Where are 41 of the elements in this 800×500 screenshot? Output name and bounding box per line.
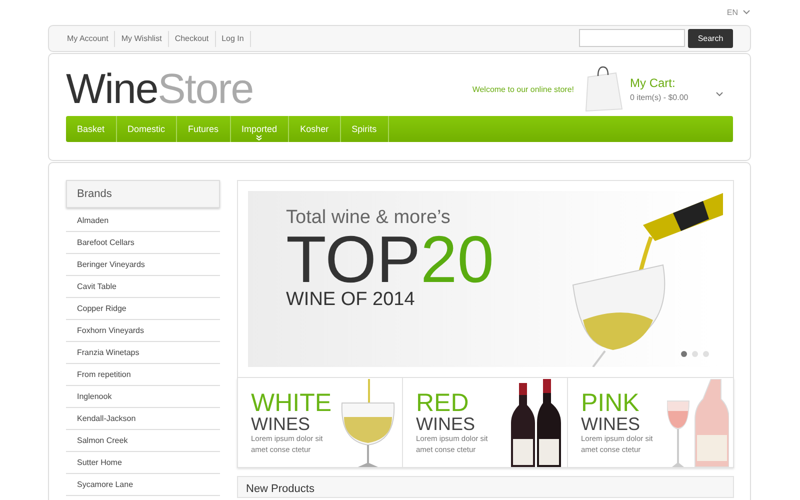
banner-subtitle: WINES bbox=[251, 414, 312, 432]
brand-link[interactable]: Foxhorn Vineyards bbox=[66, 320, 220, 342]
search-button[interactable]: Search bbox=[688, 29, 733, 48]
double-chevron-icon bbox=[256, 135, 262, 141]
brand-link[interactable]: Almaden bbox=[66, 210, 220, 232]
welcome-message: Welcome to our online store! bbox=[472, 84, 574, 94]
sidebar-title: Brands bbox=[66, 180, 220, 208]
slide-headline: TOP20 bbox=[286, 229, 494, 289]
slide-tagline: Total wine & more’s bbox=[286, 207, 452, 229]
shopping-bag-icon[interactable] bbox=[584, 65, 624, 113]
account-link[interactable]: Checkout bbox=[168, 30, 216, 46]
banner-subtitle: WINES bbox=[416, 414, 476, 432]
slide-dot[interactable] bbox=[703, 351, 709, 357]
language-selector[interactable]: EN bbox=[726, 8, 750, 16]
brand-link[interactable]: Salmon Creek bbox=[66, 430, 220, 452]
brand-link[interactable]: Cavit Table bbox=[66, 276, 220, 298]
slide-subtitle: WINE OF 2014 bbox=[286, 289, 416, 311]
brand-link[interactable]: Franzia Winetaps bbox=[66, 342, 220, 364]
account-link[interactable]: My Wishlist bbox=[115, 30, 169, 46]
banner-title: WHITE bbox=[251, 390, 333, 414]
brand-link[interactable]: Sutter Home bbox=[66, 452, 220, 474]
banner-title: PINK bbox=[581, 390, 640, 414]
brand-link[interactable]: From repetition bbox=[66, 364, 220, 386]
brand-link[interactable]: Sycamore Lane bbox=[66, 474, 220, 496]
banner-title: RED bbox=[416, 390, 470, 414]
account-link[interactable]: My Account bbox=[61, 30, 116, 46]
search-field[interactable] bbox=[579, 29, 685, 47]
brand-link[interactable]: Inglenook bbox=[66, 386, 220, 408]
section-title: New Products bbox=[246, 483, 314, 495]
banner-subtitle: WINES bbox=[581, 414, 642, 432]
slide-dot[interactable] bbox=[692, 351, 698, 357]
chevron-down-icon bbox=[743, 10, 750, 14]
account-link[interactable]: Log In bbox=[216, 30, 251, 46]
brand-link[interactable]: Beringer Vineyards bbox=[66, 254, 220, 276]
store-logo[interactable]: WineStore bbox=[66, 65, 254, 113]
cart-summary: 0 item(s) - $0.00 bbox=[630, 93, 690, 102]
slide-dot[interactable] bbox=[681, 351, 687, 357]
chevron-down-icon[interactable] bbox=[716, 92, 723, 96]
brand-link[interactable]: Kendall-Jackson bbox=[66, 408, 220, 430]
brand-link[interactable]: Copper Ridge bbox=[66, 298, 220, 320]
brand-link[interactable]: Barefoot Cellars bbox=[66, 232, 220, 254]
